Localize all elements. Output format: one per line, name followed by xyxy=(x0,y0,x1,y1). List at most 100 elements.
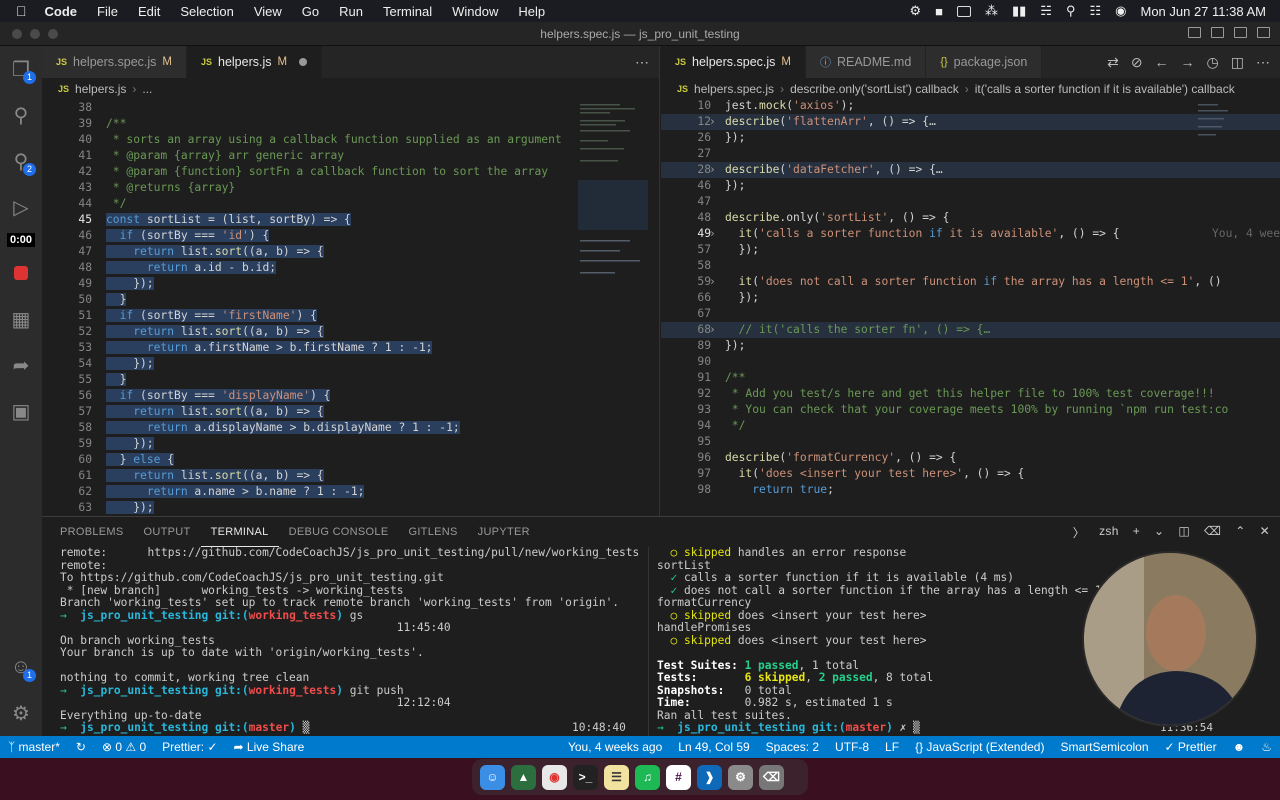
code-line[interactable]: 48 describe.only('sortList', () => { xyxy=(661,210,1280,226)
code-line[interactable]: 55 } xyxy=(42,372,659,388)
git-commit-icon[interactable]: ⊘ xyxy=(1131,54,1143,71)
tab-helpers-spec-right[interactable]: JS helpers.spec.js M xyxy=(661,46,806,78)
code-line[interactable]: 45 const sortList = (list, sortBy) => { xyxy=(42,212,659,228)
code-line[interactable]: 49 }); xyxy=(42,276,659,292)
language-mode[interactable]: {} JavaScript (Extended) xyxy=(907,740,1052,754)
live-share-icon[interactable]: ➦ xyxy=(0,342,42,388)
code-line[interactable]: 62 return a.name > b.name ? 1 : -1; xyxy=(42,484,659,500)
code-line[interactable]: 40 * sorts an array using a callback fun… xyxy=(42,132,659,148)
feedback-icon[interactable]: ☻ xyxy=(1225,740,1254,754)
tab-gitlens[interactable]: GITLENS xyxy=(398,517,467,547)
new-terminal-icon[interactable]: + xyxy=(1133,524,1140,541)
code-line[interactable]: 66 }); xyxy=(661,290,1280,306)
code-line[interactable]: 58 return a.displayName > b.displayName … xyxy=(42,420,659,436)
unsaved-dot-icon[interactable] xyxy=(299,58,308,66)
window-controls[interactable] xyxy=(12,29,58,39)
cursor-position[interactable]: Ln 49, Col 59 xyxy=(670,740,757,754)
next-change-icon[interactable]: → xyxy=(1181,54,1195,70)
code-editor-right[interactable]: 10 jest.mock('axios'); 12 › describe('flatte… xyxy=(661,98,1280,516)
tab-helpers[interactable]: JS helpers.js M xyxy=(186,46,323,78)
apple-icon[interactable]:  xyxy=(0,3,35,19)
run-debug-icon[interactable]: ▷ xyxy=(0,184,42,230)
code-line[interactable]: 90 xyxy=(661,354,1280,370)
code-line[interactable]: 47 return list.sort((a, b) => { xyxy=(42,244,659,260)
code-line[interactable]: 56 if (sortBy === 'displayName') { xyxy=(42,388,659,404)
minimap-left[interactable] xyxy=(578,100,648,520)
branch-status[interactable]: ᛉ master* xyxy=(0,740,68,754)
encoding[interactable]: UTF-8 xyxy=(827,740,877,754)
code-line[interactable]: 59 › it('does not call a sorter function … xyxy=(661,274,1280,290)
minimap-right[interactable] xyxy=(1194,100,1264,520)
tab-debug-console[interactable]: DEBUG CONSOLE xyxy=(279,517,399,547)
fold-chevron-icon[interactable]: › xyxy=(709,322,716,338)
indentation[interactable]: Spaces: 2 xyxy=(758,740,827,754)
sync-icon[interactable]: ↻ xyxy=(68,740,94,754)
code-line[interactable]: 47 xyxy=(661,194,1280,210)
code-line[interactable]: 52 return list.sort((a, b) => { xyxy=(42,324,659,340)
breadcrumb-file[interactable]: helpers.js xyxy=(75,82,126,96)
tab-output[interactable]: OUTPUT xyxy=(134,517,201,547)
toggle-sidebar-icon[interactable] xyxy=(1188,27,1201,38)
clock[interactable]: Mon Jun 27 11:38 AM xyxy=(1140,4,1266,19)
code-line[interactable]: 28 › describe('dataFetcher', () => {… xyxy=(661,162,1280,178)
trash-icon[interactable]: ⌫ xyxy=(1204,524,1221,541)
code-line[interactable]: 59 }); xyxy=(42,436,659,452)
prettier-status[interactable]: Prettier: ✓ xyxy=(154,740,225,754)
code-line[interactable]: 42 * @param {function} sortFn a callback… xyxy=(42,164,659,180)
live-share-status[interactable]: ➦ Live Share xyxy=(226,740,313,754)
smart-semicolon[interactable]: SmartSemicolon xyxy=(1052,740,1156,754)
code-line[interactable]: 46}); xyxy=(661,178,1280,194)
menu-go[interactable]: Go xyxy=(292,4,329,19)
code-line[interactable]: 49 › it('calls a sorter function if it is… xyxy=(661,226,1280,242)
code-line[interactable]: 89}); xyxy=(661,338,1280,354)
tab-package-json[interactable]: {} package.json xyxy=(926,46,1043,78)
menu-help[interactable]: Help xyxy=(508,4,555,19)
code-line[interactable]: 27 xyxy=(661,146,1280,162)
code-line[interactable]: 38 xyxy=(42,100,659,116)
notifications-icon[interactable]: ♨ xyxy=(1253,740,1280,754)
code-line[interactable]: 98 return true; xyxy=(661,482,1280,498)
tab-jupyter[interactable]: JUPYTER xyxy=(468,517,540,547)
menu-selection[interactable]: Selection xyxy=(170,4,243,19)
spotify-icon[interactable]: ♫ xyxy=(635,764,660,790)
siri-icon[interactable]: ◉ xyxy=(1115,3,1126,19)
battery-icon[interactable]: ▮▮ xyxy=(1012,3,1026,19)
breadcrumb-symbol[interactable]: ... xyxy=(142,82,152,96)
terminal-left[interactable]: remote: https://github.com/CodeCoachJS/j… xyxy=(60,546,639,735)
search-icon[interactable]: ⚲ xyxy=(0,92,42,138)
code-line[interactable]: 10 jest.mock('axios'); xyxy=(661,98,1280,114)
fold-chevron-icon[interactable]: › xyxy=(709,274,716,290)
chevron-down-icon[interactable]: ⌄ xyxy=(1154,524,1164,541)
gear-status-icon[interactable]: ⚙ xyxy=(909,3,921,19)
split-terminal-icon[interactable]: ◫ xyxy=(1178,524,1190,541)
fold-chevron-icon[interactable]: › xyxy=(709,226,716,242)
remote-explorer-icon[interactable]: ▣ xyxy=(0,388,42,434)
menu-terminal[interactable]: Terminal xyxy=(373,4,442,19)
menu-run[interactable]: Run xyxy=(329,4,373,19)
shell-name[interactable]: zsh xyxy=(1099,524,1119,541)
finder-icon[interactable]: ☺ xyxy=(480,764,505,790)
window-icon[interactable] xyxy=(956,5,971,17)
bluetooth-icon[interactable]: ⁂ xyxy=(985,3,998,19)
blame-status[interactable]: You, 4 weeks ago xyxy=(560,740,670,754)
code-line[interactable]: 97 it('does <insert your test here>', ()… xyxy=(661,466,1280,482)
breadcrumb-file[interactable]: helpers.spec.js xyxy=(694,82,774,96)
code-line[interactable]: 63 }); xyxy=(42,500,659,516)
trash-dock-icon[interactable]: ⌫ xyxy=(759,764,784,790)
tray-icon[interactable]: ■ xyxy=(935,4,943,19)
menu-view[interactable]: View xyxy=(244,4,292,19)
code-line[interactable]: 12 › describe('flattenArr', () => {… xyxy=(661,114,1280,130)
close-window-button[interactable] xyxy=(12,29,22,39)
history-icon[interactable]: ◷ xyxy=(1207,54,1219,71)
code-line[interactable]: 95 xyxy=(661,434,1280,450)
code-line[interactable]: 46 if (sortBy === 'id') { xyxy=(42,228,659,244)
code-line[interactable]: 44 */ xyxy=(42,196,659,212)
manage-gear-icon[interactable]: ⚙ xyxy=(0,690,42,736)
code-line[interactable]: 92 * Add you test/s here and get this he… xyxy=(661,386,1280,402)
code-line[interactable]: 96 describe('formatCurrency', () => { xyxy=(661,450,1280,466)
line-ending[interactable]: LF xyxy=(877,740,907,754)
extensions-icon[interactable]: ▦ xyxy=(0,296,42,342)
code-line[interactable]: 91 /** xyxy=(661,370,1280,386)
problems-status[interactable]: ⊗ 0 ⚠ 0 xyxy=(94,740,154,754)
code-line[interactable]: 68 › // it('calls the sorter fn', () => {… xyxy=(661,322,1280,338)
